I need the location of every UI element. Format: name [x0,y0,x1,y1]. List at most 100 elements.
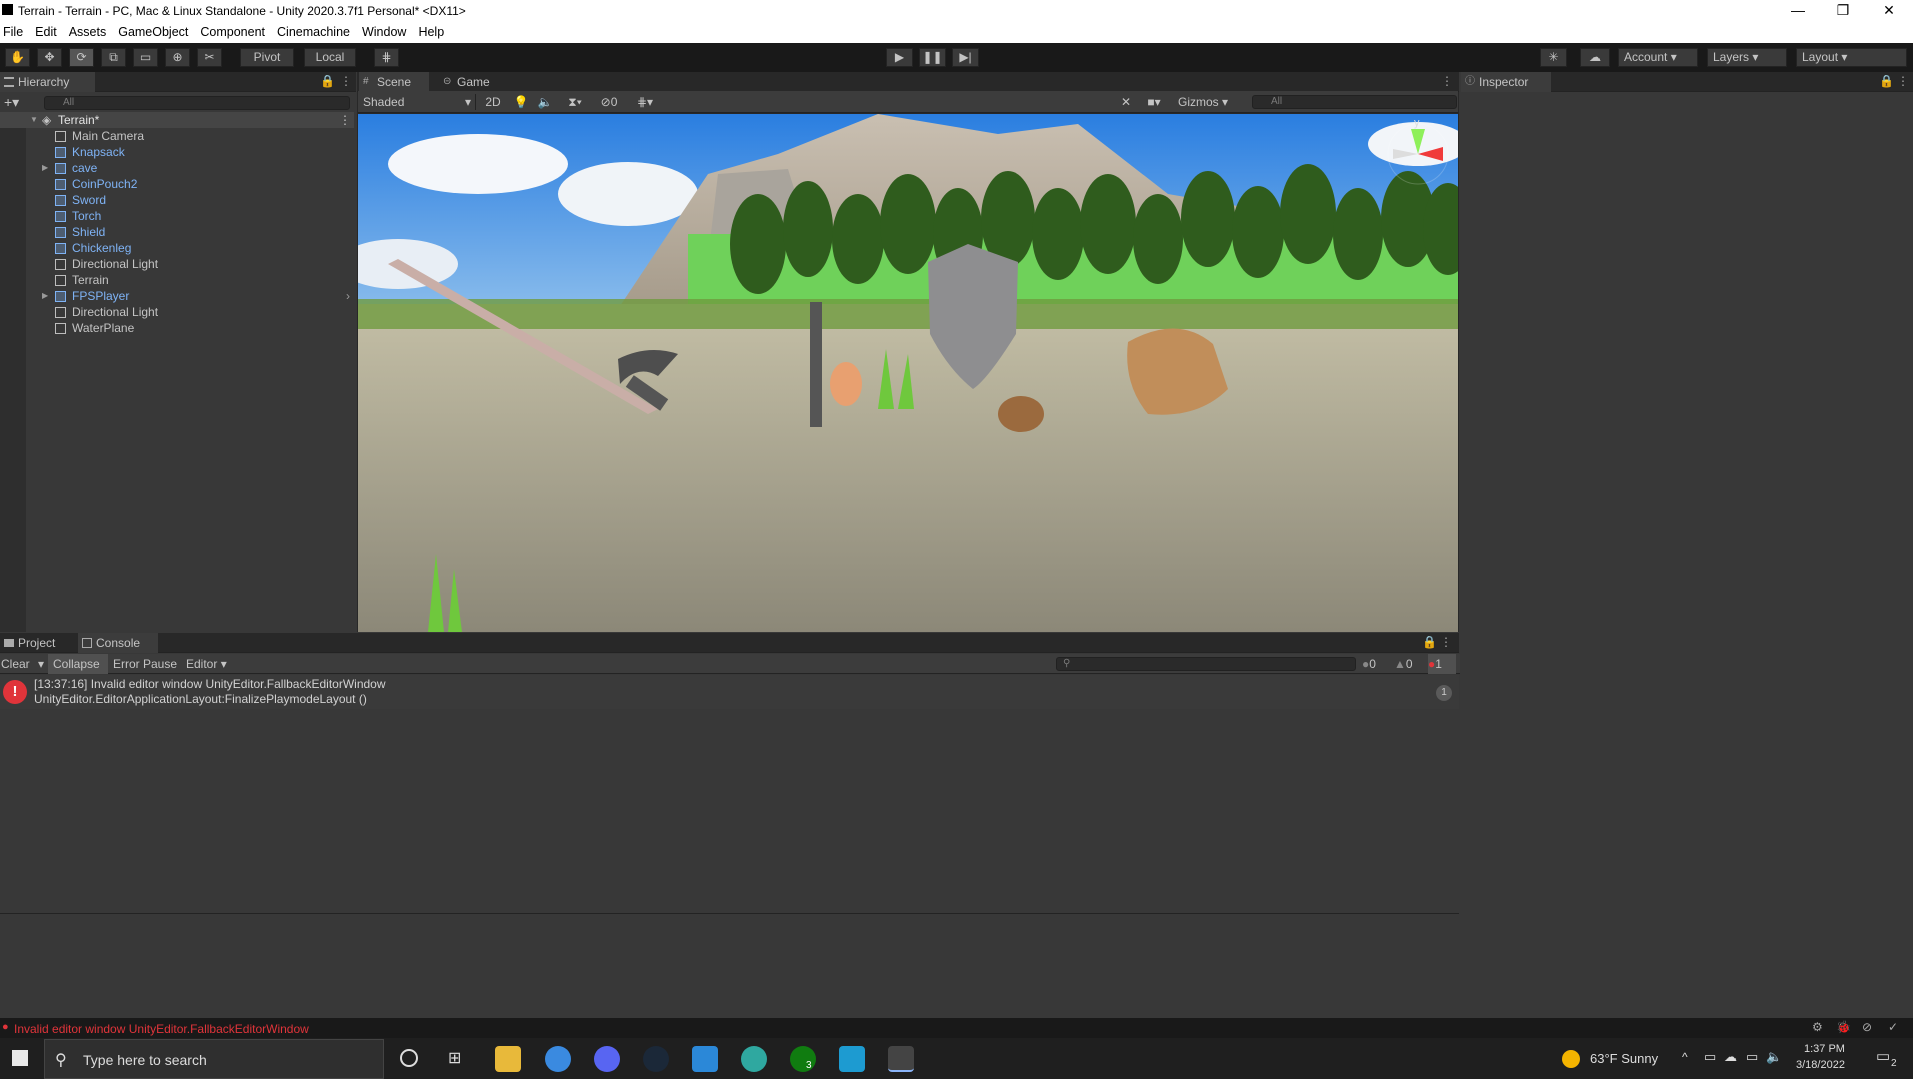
rect-tool-icon[interactable]: ▭ [133,48,158,67]
clear-button[interactable]: Clear ▾ [0,654,46,674]
panel-menu-icon[interactable]: ⋮ [1897,74,1909,88]
tab-console[interactable]: Console [78,633,158,653]
debug-icon[interactable]: 🐞 [1836,1020,1851,1034]
hierarchy-item[interactable]: CoinPouch2 [0,176,354,192]
tab-hierarchy[interactable]: Hierarchy [0,72,95,92]
hierarchy-item[interactable]: Directional Light [0,256,354,272]
collapse-toggle[interactable]: Collapse [48,654,108,674]
auto-generate-icon[interactable]: ⚙ [1812,1020,1823,1034]
local-toggle[interactable]: Local [304,48,356,67]
menu-component[interactable]: Component [194,22,271,39]
layers-dropdown[interactable]: Layers ▾ [1707,48,1787,67]
error-pause-toggle[interactable]: Error Pause [112,654,182,674]
clock-date[interactable]: 3/18/2022 [1796,1059,1845,1071]
tray-app-icon[interactable]: ▭ [1704,1049,1716,1065]
warning-filter-toggle[interactable]: ▲0 [1394,654,1422,674]
prefab-open-icon[interactable]: › [346,288,350,304]
tab-inspector[interactable]: ⓘ Inspector [1461,72,1551,92]
menu-cinemachine[interactable]: Cinemachine [271,22,356,39]
account-dropdown[interactable]: Account ▾ [1618,48,1698,67]
console-search-input[interactable]: ⚲ [1056,657,1356,671]
tab-scene[interactable]: # Scene [359,72,429,92]
custom-tool-icon[interactable]: ✂ [197,48,222,67]
scene-menu-icon[interactable]: ⋮ [339,112,351,128]
hierarchy-item[interactable]: Chickenleg [0,240,354,256]
scene-row[interactable]: ▼ ◈ Terrain* ⋮ [0,112,354,128]
menu-window[interactable]: Window [356,22,412,39]
expand-arrow-icon[interactable]: ▶ [42,288,48,304]
lighting-icon[interactable]: 💡 [510,94,532,110]
editor-dropdown[interactable]: Editor ▾ [186,654,236,674]
tab-game[interactable]: ⊝ Game [439,72,509,92]
tab-project[interactable]: Project [0,633,74,653]
collab-icon[interactable]: ✳ [1540,48,1567,67]
minimize-button[interactable]: — [1775,0,1821,22]
shading-mode-dropdown[interactable]: Shaded ▾ [360,94,476,110]
hierarchy-search-input[interactable]: All [44,96,350,110]
app-icon[interactable] [692,1046,718,1072]
play-button[interactable]: ▶ [886,48,913,67]
taskbar-search-box[interactable]: ⚲ Type here to search [44,1039,384,1079]
hierarchy-item[interactable]: ▶ cave [0,160,354,176]
expand-arrow-icon[interactable]: ▼ [30,112,38,128]
layout-dropdown[interactable]: Layout ▾ [1796,48,1907,67]
weather-text[interactable]: 63°F Sunny [1590,1051,1658,1066]
menu-gameobject[interactable]: GameObject [112,22,194,39]
panel-menu-icon[interactable]: ⋮ [1440,635,1452,649]
close-button[interactable]: ✕ [1866,0,1912,22]
lock-icon[interactable]: 🔒 [320,74,335,88]
menu-edit[interactable]: Edit [29,22,63,39]
cache-icon[interactable]: ⊘ [1862,1020,1872,1034]
panel-menu-icon[interactable]: ⋮ [340,74,352,88]
grid-toggle-icon[interactable]: ⋕▾ [628,94,662,110]
add-object-icon[interactable]: +▾ [4,94,19,111]
hierarchy-item[interactable]: Torch [0,208,354,224]
unity-taskbar-icon[interactable] [888,1046,914,1072]
lock-icon[interactable]: 🔒 [1879,74,1894,88]
scene-viewport[interactable]: y [358,114,1458,632]
hierarchy-item[interactable]: Terrain [0,272,354,288]
cortana-icon[interactable] [400,1049,418,1067]
notification-icon[interactable]: ▭ [1876,1047,1890,1065]
hierarchy-item[interactable]: ▶ FPSPlayer › [0,288,354,304]
menu-assets[interactable]: Assets [63,22,113,39]
discord-icon[interactable] [594,1046,620,1072]
pivot-toggle[interactable]: Pivot [240,48,294,67]
menu-file[interactable]: File [0,22,29,39]
error-filter-toggle[interactable]: ●1 [1428,654,1456,674]
windows-start-icon[interactable] [12,1050,28,1066]
xbox-icon[interactable]: 3 [790,1046,816,1072]
task-view-icon[interactable]: ⊞ [448,1048,461,1068]
restore-button[interactable]: ❐ [1820,0,1866,22]
gizmos-dropdown[interactable]: Gizmos ▾ [1172,94,1234,110]
log-filter-toggle[interactable]: ●0 [1362,654,1390,674]
pause-button[interactable]: ❚❚ [919,48,946,67]
clock-time[interactable]: 1:37 PM [1804,1043,1845,1055]
volume-icon[interactable]: 🔈 [1766,1049,1782,1065]
scale-tool-icon[interactable]: ⧉ [101,48,126,67]
menu-help[interactable]: Help [412,22,450,39]
hierarchy-item[interactable]: Knapsack [0,144,354,160]
console-entry[interactable]: ! [13:37:16] Invalid editor window Unity… [0,675,1459,709]
move-tool-icon[interactable]: ✥ [37,48,62,67]
hierarchy-item[interactable]: Shield [0,224,354,240]
maya-icon[interactable] [839,1046,865,1072]
lock-icon[interactable]: 🔒 [1422,635,1437,649]
chrome-icon[interactable] [545,1046,571,1072]
scene-search-input[interactable]: All [1252,95,1457,109]
network-icon[interactable]: ▭ [1746,1049,1758,1065]
cloud-icon[interactable]: ☁ [1580,48,1610,67]
grid-snap-icon[interactable]: ⋕ [374,48,399,67]
steam-icon[interactable] [643,1046,669,1072]
hierarchy-item[interactable]: Sword [0,192,354,208]
tools-icon[interactable]: ✕ [1115,94,1137,110]
mode-2d-button[interactable]: 2D [480,94,506,110]
transform-tool-icon[interactable]: ⊕ [165,48,190,67]
tray-chevron-icon[interactable]: ^ [1682,1050,1688,1064]
hierarchy-item[interactable]: Directional Light [0,304,354,320]
audio-icon[interactable]: 🔈 [534,94,556,110]
hand-tool-icon[interactable]: ✋ [5,48,30,67]
file-explorer-icon[interactable] [495,1046,521,1072]
progress-icon[interactable]: ✓ [1888,1020,1898,1034]
scene-menu-icon[interactable]: ⋮ [1441,74,1453,88]
